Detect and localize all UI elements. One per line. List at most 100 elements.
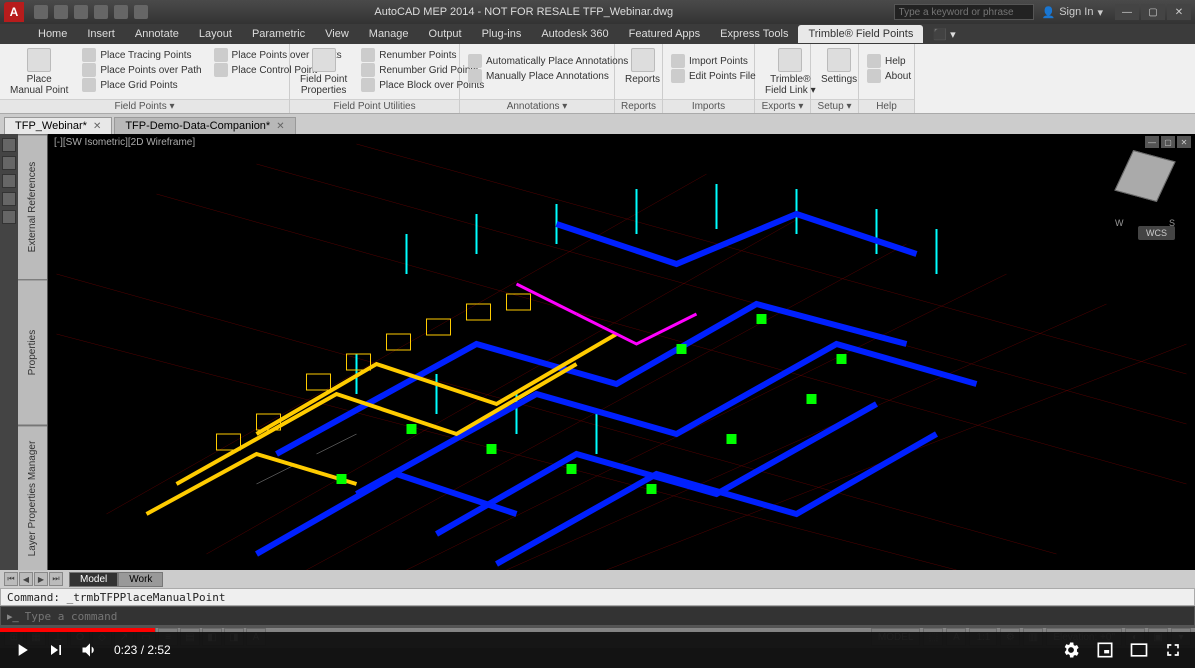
panel-label[interactable]: Exports ▾ xyxy=(755,99,810,113)
tab-layout[interactable]: Layout xyxy=(189,25,242,43)
tool-icon[interactable] xyxy=(2,156,16,170)
tool-icon[interactable] xyxy=(2,192,16,206)
volume-button[interactable] xyxy=(80,640,100,660)
place-tracing-points-button[interactable]: Place Tracing Points xyxy=(78,48,205,62)
minimize-button[interactable]: — xyxy=(1115,4,1139,20)
field-link-icon xyxy=(778,48,802,72)
window-buttons: — ▢ ✕ xyxy=(1111,4,1195,20)
panel-label[interactable]: Setup ▾ xyxy=(811,99,858,113)
manual-place-annotations-button[interactable]: Manually Place Annotations xyxy=(464,69,632,83)
import-points-button[interactable]: Import Points xyxy=(667,54,760,68)
reports-button[interactable]: Reports xyxy=(619,46,666,87)
play-button[interactable] xyxy=(12,640,32,660)
qat-redo-icon[interactable] xyxy=(114,5,128,19)
nav-prev[interactable]: ◀ xyxy=(19,572,33,586)
palette-layer-manager[interactable]: Layer Properties Manager xyxy=(18,425,47,570)
qat-new-icon[interactable] xyxy=(34,5,48,19)
settings-button[interactable] xyxy=(1061,640,1081,660)
tab-plugins[interactable]: Plug-ins xyxy=(472,25,532,43)
tab-autodesk360[interactable]: Autodesk 360 xyxy=(531,25,618,43)
tool-icon[interactable] xyxy=(2,210,16,224)
ribbon-panel-imports: Import Points Edit Points File Imports xyxy=(663,44,755,113)
viewport-label[interactable]: [-][SW Isometric][2D Wireframe] xyxy=(50,136,199,149)
document-tab-2[interactable]: TFP-Demo-Data-Companion*✕ xyxy=(114,117,295,134)
layout-tab-work[interactable]: Work xyxy=(118,572,163,587)
help-button[interactable]: Help xyxy=(863,54,915,68)
miniplayer-button[interactable] xyxy=(1095,640,1115,660)
manual-point-icon xyxy=(27,48,51,72)
sign-in-button[interactable]: 👤 Sign In ▾ xyxy=(1034,6,1111,19)
vp-maximize[interactable]: ▢ xyxy=(1161,136,1175,148)
next-button[interactable] xyxy=(46,640,66,660)
theater-button[interactable] xyxy=(1129,640,1149,660)
edit-points-file-button[interactable]: Edit Points File xyxy=(667,69,760,83)
vp-minimize[interactable]: — xyxy=(1145,136,1159,148)
command-input-row[interactable]: ▸_ xyxy=(0,606,1195,626)
maximize-button[interactable]: ▢ xyxy=(1141,4,1165,20)
vp-close[interactable]: ✕ xyxy=(1177,136,1191,148)
panel-label: Help xyxy=(859,99,914,113)
palette-properties[interactable]: Properties xyxy=(18,279,47,424)
sign-in-label: Sign In xyxy=(1059,6,1093,18)
tool-icon[interactable] xyxy=(2,138,16,152)
document-tab-1[interactable]: TFP_Webinar*✕ xyxy=(4,117,112,134)
settings-button[interactable]: Settings xyxy=(815,46,863,87)
ribbon-tabs: Home Insert Annotate Layout Parametric V… xyxy=(0,24,1195,44)
ribbon-panel-annotations: Automatically Place Annotations Manually… xyxy=(460,44,615,113)
place-manual-point-label: Place Manual Point xyxy=(10,74,68,96)
ribbon-panel-help: Help About Help xyxy=(859,44,915,113)
tab-manage[interactable]: Manage xyxy=(359,25,419,43)
wcs-badge[interactable]: WCS xyxy=(1138,226,1175,240)
layout-tab-model[interactable]: Model xyxy=(69,572,118,587)
reports-icon xyxy=(631,48,655,72)
tool-icon[interactable] xyxy=(2,174,16,188)
close-icon[interactable]: ✕ xyxy=(276,121,284,132)
tab-trimble-field-points[interactable]: Trimble® Field Points xyxy=(798,25,923,43)
qat-undo-icon[interactable] xyxy=(94,5,108,19)
fullscreen-button[interactable] xyxy=(1163,640,1183,660)
label: Trimble® Field Link ▾ xyxy=(765,74,816,96)
tab-output[interactable]: Output xyxy=(419,25,472,43)
drawing-viewport[interactable]: [-][SW Isometric][2D Wireframe] — ▢ ✕ W … xyxy=(48,134,1195,570)
tab-ribbon-minimize[interactable]: ⬛ ▾ xyxy=(923,25,965,44)
close-icon[interactable]: ✕ xyxy=(93,121,101,132)
label: Place Points over Path xyxy=(100,65,201,76)
place-manual-point-button[interactable]: Place Manual Point xyxy=(4,46,74,98)
tab-home[interactable]: Home xyxy=(28,25,77,43)
place-points-over-path-button[interactable]: Place Points over Path xyxy=(78,63,205,77)
command-input[interactable] xyxy=(25,610,1188,623)
label: Manually Place Annotations xyxy=(486,71,609,82)
drawing-area-container: External References Properties Layer Pro… xyxy=(0,134,1195,570)
help-search-input[interactable] xyxy=(894,4,1034,20)
tab-view[interactable]: View xyxy=(315,25,359,43)
tab-featured-apps[interactable]: Featured Apps xyxy=(619,25,711,43)
panel-label[interactable]: Field Points ▾ xyxy=(0,99,289,113)
tracing-icon xyxy=(82,48,96,62)
qat-open-icon[interactable] xyxy=(54,5,68,19)
nav-first[interactable]: ⏮ xyxy=(4,572,18,586)
cad-model-svg xyxy=(48,134,1195,570)
auto-place-annotations-button[interactable]: Automatically Place Annotations xyxy=(464,54,632,68)
app-menu-icon[interactable]: A xyxy=(4,2,24,22)
title-bar: A AutoCAD MEP 2014 - NOT FOR RESALE TFP_… xyxy=(0,0,1195,24)
nav-next[interactable]: ▶ xyxy=(34,572,48,586)
ribbon-panel-reports: Reports Reports xyxy=(615,44,663,113)
tab-express-tools[interactable]: Express Tools xyxy=(710,25,798,43)
about-button[interactable]: About xyxy=(863,69,915,83)
place-grid-points-button[interactable]: Place Grid Points xyxy=(78,78,205,92)
palette-external-references[interactable]: External References xyxy=(18,134,47,279)
viewcube-face[interactable] xyxy=(1114,150,1175,202)
close-button[interactable]: ✕ xyxy=(1167,4,1191,20)
tab-annotate[interactable]: Annotate xyxy=(125,25,189,43)
qat-plot-icon[interactable] xyxy=(134,5,148,19)
field-point-properties-button[interactable]: Field Point Properties xyxy=(294,46,353,98)
video-time: 0:23 / 2:52 xyxy=(114,643,171,657)
tab-insert[interactable]: Insert xyxy=(77,25,125,43)
qat-save-icon[interactable] xyxy=(74,5,88,19)
tab-parametric[interactable]: Parametric xyxy=(242,25,315,43)
panel-label[interactable]: Annotations ▾ xyxy=(460,99,614,113)
viewcube[interactable]: W S xyxy=(1115,154,1175,214)
gear-icon xyxy=(827,48,851,72)
total-time: 2:52 xyxy=(147,643,170,657)
nav-last[interactable]: ⏭ xyxy=(49,572,63,586)
